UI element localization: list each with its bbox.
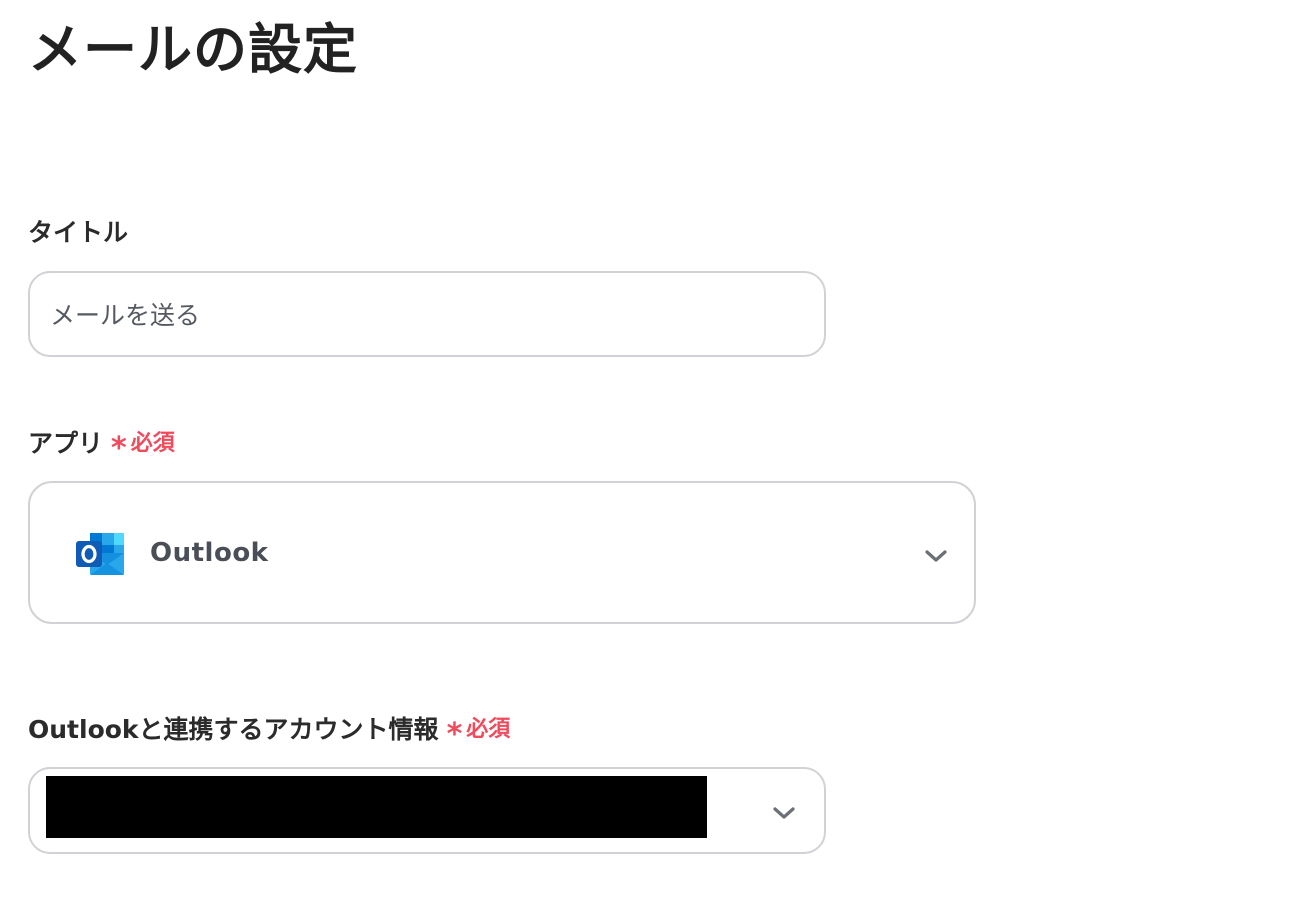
required-text: 必須: [130, 431, 175, 456]
required-asterisk: *: [446, 717, 463, 752]
chevron-down-icon: [773, 807, 795, 819]
title-input[interactable]: [28, 271, 826, 357]
required-text: 必須: [466, 717, 511, 742]
account-select-dropdown[interactable]: [28, 767, 826, 854]
app-field-label: アプリ * 必須: [28, 427, 175, 466]
app-select-dropdown[interactable]: Outlook: [28, 481, 976, 624]
mail-settings-page: メールの設定 タイトル アプリ * 必須 Outl: [0, 0, 1290, 910]
redacted-account-value: [46, 776, 707, 838]
required-badge: * 必須: [111, 427, 175, 466]
title-label-text: タイトル: [28, 218, 129, 247]
chevron-down-icon: [925, 550, 947, 562]
account-label-text: Outlookと連携するアカウント情報: [28, 715, 439, 744]
outlook-icon: [76, 533, 124, 575]
page-title: メールの設定: [28, 18, 358, 81]
required-badge: * 必須: [446, 713, 511, 752]
account-field-label: Outlookと連携するアカウント情報 * 必須: [28, 713, 511, 752]
title-field-label: タイトル: [28, 216, 128, 250]
app-label-text: アプリ: [28, 429, 104, 458]
selected-app-name: Outlook: [150, 538, 269, 568]
required-asterisk: *: [111, 431, 127, 466]
